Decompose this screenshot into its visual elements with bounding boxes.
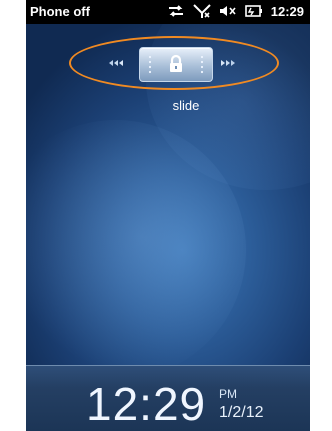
unlock-slider[interactable] xyxy=(69,36,281,92)
clock-ampm: PM xyxy=(219,387,237,401)
status-bar: Phone off 12:29 xyxy=(26,0,310,24)
rewind-arrows-icon xyxy=(109,60,123,66)
slide-hint-label: slide xyxy=(172,98,200,113)
lock-screen: Phone off 12:29 slide 12:29 PM 1/2/12 xyxy=(26,0,310,431)
grip-left-icon xyxy=(148,55,152,74)
grip-right-icon xyxy=(200,55,204,74)
clock-bar: 12:29 PM 1/2/12 xyxy=(26,365,310,431)
status-icons: 12:29 xyxy=(167,3,304,19)
no-signal-icon[interactable] xyxy=(193,3,211,19)
speaker-muted-icon[interactable] xyxy=(219,3,237,19)
forward-arrows-icon xyxy=(221,60,235,66)
phone-status-text: Phone off xyxy=(30,4,90,19)
clock-time: 12:29 xyxy=(86,378,207,430)
unlock-slider-handle[interactable] xyxy=(139,47,213,82)
battery-icon[interactable] xyxy=(244,3,263,19)
status-time[interactable]: 12:29 xyxy=(271,4,304,19)
clock-date: 1/2/12 xyxy=(219,404,264,421)
lock-icon xyxy=(170,54,182,72)
sync-icon[interactable] xyxy=(167,3,185,19)
